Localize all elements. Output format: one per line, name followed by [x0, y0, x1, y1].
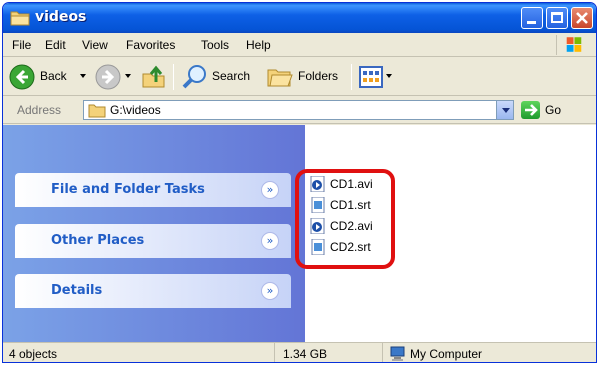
- list-item[interactable]: CD1.avi: [308, 175, 408, 193]
- list-item[interactable]: CD2.avi: [308, 217, 408, 235]
- views-dropdown-icon[interactable]: [386, 74, 392, 78]
- status-size: 1.34 GB: [283, 347, 328, 361]
- forward-dropdown-icon[interactable]: [125, 74, 131, 78]
- go-arrow-icon[interactable]: [521, 101, 540, 119]
- status-bar: 4 objects 1.34 GB My Computer: [3, 342, 596, 362]
- menu-edit[interactable]: Edit: [45, 38, 66, 52]
- folder-icon: [10, 11, 30, 26]
- status-object-count: 4 objects: [9, 347, 58, 361]
- expand-chevron-icon[interactable]: »: [261, 181, 279, 199]
- go-button[interactable]: Go: [545, 103, 561, 117]
- list-item[interactable]: CD1.srt: [308, 196, 408, 214]
- views-icon[interactable]: [359, 66, 383, 88]
- task-pane: File and Folder Tasks » Other Places » D…: [3, 125, 305, 342]
- content-area: File and Folder Tasks » Other Places » D…: [3, 125, 596, 342]
- back-button[interactable]: Back: [40, 69, 67, 83]
- address-value: G:\videos: [110, 103, 161, 117]
- task-title-file-folder: File and Folder Tasks: [51, 182, 205, 197]
- close-icon: [576, 12, 588, 24]
- minimize-button[interactable]: [521, 7, 543, 29]
- title-bar[interactable]: videos: [3, 3, 596, 33]
- address-input[interactable]: G:\videos: [83, 100, 514, 120]
- search-button[interactable]: Search: [212, 69, 250, 83]
- video-file-icon: [310, 176, 325, 192]
- address-dropdown-button[interactable]: [496, 101, 513, 119]
- task-group-file-folder[interactable]: File and Folder Tasks »: [15, 173, 291, 207]
- status-location: My Computer: [410, 347, 483, 361]
- file-name: CD1.srt: [330, 198, 371, 212]
- task-title-other-places: Other Places: [51, 233, 145, 248]
- text-file-icon: [311, 239, 325, 255]
- file-name: CD1.avi: [330, 177, 373, 191]
- menu-help[interactable]: Help: [246, 38, 271, 52]
- back-arrow-icon[interactable]: [9, 64, 35, 90]
- task-group-details[interactable]: Details »: [15, 274, 291, 308]
- file-name: CD2.avi: [330, 219, 373, 233]
- close-button[interactable]: [571, 7, 593, 29]
- folders-button[interactable]: Folders: [298, 69, 338, 83]
- menu-tools[interactable]: Tools: [201, 38, 229, 52]
- folder-icon: [88, 104, 106, 118]
- forward-arrow-icon[interactable]: [95, 64, 121, 90]
- folders-icon[interactable]: [266, 65, 294, 89]
- window-title: videos: [35, 9, 87, 25]
- file-name: CD2.srt: [330, 240, 371, 254]
- address-label: Address: [17, 103, 62, 117]
- menu-favorites[interactable]: Favorites: [126, 38, 175, 52]
- file-list: CD1.avi CD1.srt CD2.avi CD2.srt: [295, 125, 596, 342]
- list-item[interactable]: CD2.srt: [308, 238, 408, 256]
- video-file-icon: [310, 218, 325, 234]
- expand-chevron-icon[interactable]: »: [261, 232, 279, 250]
- toolbar: Back Search Folders: [3, 58, 596, 96]
- explorer-window: videos File Edit View Favorites Tools He…: [2, 2, 597, 363]
- search-icon[interactable]: [181, 63, 209, 91]
- task-title-details: Details: [51, 283, 103, 298]
- menu-file[interactable]: File: [12, 38, 31, 52]
- task-group-other-places[interactable]: Other Places »: [15, 224, 291, 258]
- chevron-down-icon: [502, 108, 510, 113]
- windows-logo-icon: [556, 35, 582, 55]
- my-computer-icon: [390, 346, 405, 361]
- address-bar: Address G:\videos Go: [3, 96, 596, 124]
- up-folder-icon[interactable]: [141, 64, 167, 90]
- back-dropdown-icon[interactable]: [80, 74, 86, 78]
- maximize-button[interactable]: [546, 7, 568, 29]
- expand-chevron-icon[interactable]: »: [261, 282, 279, 300]
- text-file-icon: [311, 197, 325, 213]
- menu-view[interactable]: View: [82, 38, 108, 52]
- menu-bar: File Edit View Favorites Tools Help: [3, 33, 596, 57]
